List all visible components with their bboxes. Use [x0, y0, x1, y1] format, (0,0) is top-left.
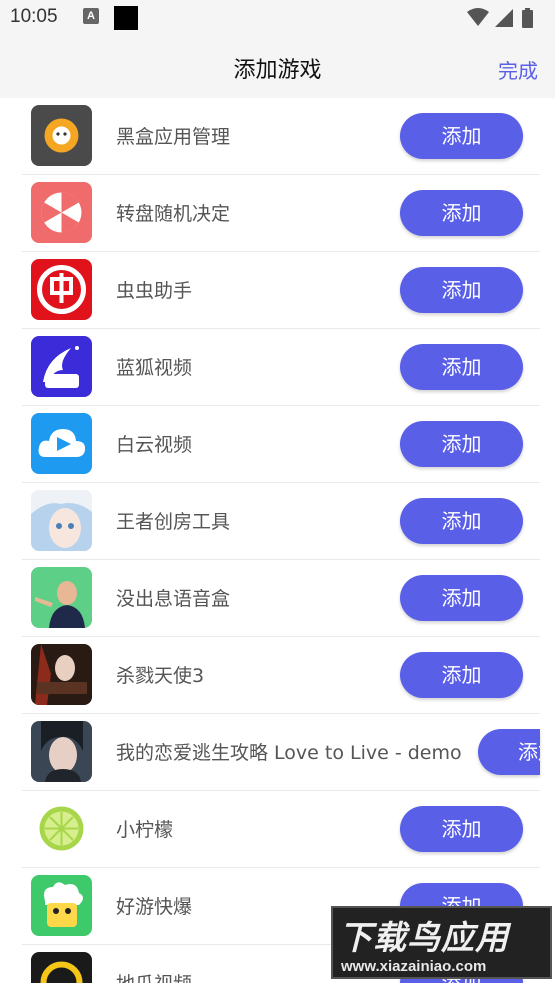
lemon-icon	[31, 798, 92, 859]
status-bar: 10:05 A	[0, 0, 555, 36]
app-name: 转盘随机决定	[116, 203, 231, 225]
list-item: 虫虫助手 添加	[22, 252, 540, 329]
status-icons	[467, 8, 533, 28]
add-button[interactable]: 添加	[400, 190, 523, 236]
black-box-icon	[31, 105, 92, 166]
add-button[interactable]: 添加	[478, 729, 540, 775]
video-app-icon	[31, 952, 92, 983]
status-time: 10:05	[10, 6, 58, 27]
chongchong-icon	[31, 259, 92, 320]
anime-character-icon	[31, 490, 92, 551]
add-button[interactable]: 添加	[400, 575, 523, 621]
done-button[interactable]: 完成	[498, 55, 538, 84]
add-button[interactable]: 添加	[400, 421, 523, 467]
haoyou-icon	[31, 875, 92, 936]
app-name: 黑盒应用管理	[116, 126, 231, 148]
app-name: 王者创房工具	[116, 511, 231, 533]
notification-square-icon	[114, 6, 138, 30]
app-name: 虫虫助手	[116, 280, 193, 302]
spin-wheel-icon	[31, 182, 92, 243]
app-name: 没出息语音盒	[116, 588, 231, 610]
list-item: 杀戮天使3 添加	[22, 637, 540, 714]
list-item: 蓝狐视频 添加	[22, 329, 540, 406]
list-item: 小柠檬 添加	[22, 791, 540, 868]
app-name: 白云视频	[116, 434, 193, 456]
battery-icon	[522, 10, 533, 28]
app-name: 地瓜视频	[116, 969, 192, 983]
watermark-logo: 下载鸟应用 www.xiazainiao.com	[331, 906, 552, 979]
list-item: 转盘随机决定 添加	[22, 175, 540, 252]
page-title: 添加游戏	[233, 58, 322, 83]
love-game-icon	[31, 721, 92, 782]
app-name: 杀戮天使3	[116, 665, 205, 687]
angel-game-icon	[31, 644, 92, 705]
add-button[interactable]: 添加	[400, 267, 523, 313]
list-item: 白云视频 添加	[22, 406, 540, 483]
add-button[interactable]: 添加	[400, 498, 523, 544]
add-button[interactable]: 添加	[400, 806, 523, 852]
wifi-icon	[467, 8, 489, 26]
app-name: 我的恋爱逃生攻略 Love to Live - demo	[116, 742, 462, 764]
white-cloud-icon	[31, 413, 92, 474]
add-button[interactable]: 添加	[400, 344, 523, 390]
list-item: 我的恋爱逃生攻略 Love to Live - demo 添加	[22, 714, 540, 791]
app-name: 蓝狐视频	[116, 357, 193, 379]
voice-box-icon	[31, 567, 92, 628]
watermark-title: 下载鸟应用	[339, 918, 509, 957]
list-item: 王者创房工具 添加	[22, 483, 540, 560]
add-button[interactable]: 添加	[400, 652, 523, 698]
list-item: 没出息语音盒 添加	[22, 560, 540, 637]
header: 添加游戏 完成	[0, 36, 555, 98]
app-list: 黑盒应用管理 添加 转盘随机决定 添加 虫虫助手 添加 蓝狐视频 添加 白云视频…	[0, 98, 555, 983]
blue-fox-icon	[31, 336, 92, 397]
watermark-url: www.xiazainiao.com	[341, 958, 487, 975]
notification-a-icon: A	[83, 8, 99, 24]
signal-icon	[495, 9, 513, 27]
add-button[interactable]: 添加	[400, 113, 523, 159]
app-name: 小柠檬	[116, 819, 174, 841]
list-item: 黑盒应用管理 添加	[22, 98, 540, 175]
app-name: 好游快爆	[116, 896, 193, 918]
